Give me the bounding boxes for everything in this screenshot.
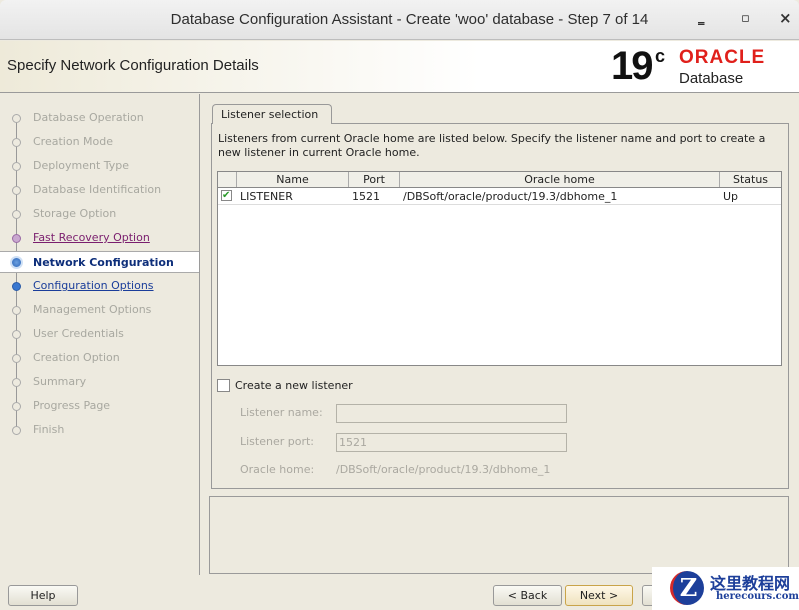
step-label: Configuration Options bbox=[33, 279, 154, 292]
step-label: Fast Recovery Option bbox=[33, 231, 150, 244]
cell-name: LISTENER bbox=[240, 190, 293, 203]
window-title: Database Configuration Assistant - Creat… bbox=[170, 11, 649, 28]
cell-port: 1521 bbox=[352, 190, 380, 203]
step-dot-icon bbox=[12, 234, 21, 243]
oracle-home-value: /DBSoft/oracle/product/19.3/dbhome_1 bbox=[336, 463, 551, 476]
checkbox[interactable] bbox=[217, 379, 230, 392]
watermark-en: herecours.com bbox=[716, 591, 799, 602]
step-finish: Finish bbox=[0, 419, 199, 441]
watermark-logo: Z 这里教程网 herecours.com bbox=[652, 567, 799, 610]
cell-oracle-home: /DBSoft/oracle/product/19.3/dbhome_1 bbox=[403, 190, 618, 203]
listener-name-input[interactable] bbox=[336, 404, 567, 423]
step-label: Deployment Type bbox=[33, 159, 130, 172]
logo-product: Database bbox=[679, 70, 744, 87]
col-status[interactable]: Status bbox=[720, 172, 781, 187]
oracle-logo: ORACLE bbox=[679, 47, 766, 68]
step-deployment-type: Deployment Type bbox=[0, 155, 199, 177]
step-storage-option: Storage Option bbox=[0, 203, 199, 225]
tab-label: Listener selection bbox=[221, 108, 319, 121]
step-fast-recovery-option[interactable]: Fast Recovery Option bbox=[0, 227, 199, 249]
title-bar: Database Configuration Assistant - Creat… bbox=[0, 0, 799, 40]
cell-status: Up bbox=[723, 190, 739, 203]
step-label: Network Configuration bbox=[33, 256, 174, 269]
step-creation-option: Creation Option bbox=[0, 347, 199, 369]
step-dot-icon bbox=[12, 306, 21, 315]
tab-listener-selection[interactable]: Listener selection bbox=[212, 104, 332, 124]
step-dot-icon bbox=[12, 330, 21, 339]
step-dot-icon bbox=[12, 402, 21, 411]
step-creation-mode: Creation Mode bbox=[0, 131, 199, 153]
description: Listeners from current Oracle home are l… bbox=[218, 132, 766, 159]
table-row[interactable]: LISTENER 1521 /DBSoft/oracle/product/19.… bbox=[218, 189, 781, 205]
page-title: Specify Network Configuration Details bbox=[7, 57, 259, 74]
step-management-options: Management Options bbox=[0, 299, 199, 321]
step-user-credentials: User Credentials bbox=[0, 323, 199, 345]
step-dot-icon bbox=[12, 354, 21, 363]
step-dot-icon bbox=[12, 282, 21, 291]
col-port[interactable]: Port bbox=[349, 172, 400, 187]
row-checkbox[interactable] bbox=[221, 189, 232, 203]
minimize-button[interactable]: ‗ bbox=[698, 11, 705, 26]
step-dot-icon bbox=[12, 426, 21, 435]
step-label: Progress Page bbox=[33, 399, 111, 412]
step-dot-icon bbox=[12, 210, 21, 219]
message-area bbox=[209, 496, 789, 574]
step-label: Database Identification bbox=[33, 183, 162, 196]
step-label: Creation Option bbox=[33, 351, 120, 364]
step-database-operation: Database Operation bbox=[0, 107, 199, 129]
col-select bbox=[218, 172, 237, 187]
step-dot-icon bbox=[12, 186, 21, 195]
step-network-configuration[interactable]: Network Configuration bbox=[0, 251, 199, 273]
step-label: Finish bbox=[33, 423, 65, 436]
step-label: Storage Option bbox=[33, 207, 117, 220]
content-area: Listener selection Listeners from curren… bbox=[203, 94, 793, 489]
maximize-button[interactable]: ▫ bbox=[741, 11, 750, 26]
step-label: Summary bbox=[33, 375, 87, 388]
close-button[interactable]: × bbox=[779, 9, 792, 27]
listener-table: Name Port Oracle home Status LISTENER 15… bbox=[217, 171, 782, 366]
step-dot-icon bbox=[10, 256, 23, 269]
col-oracle-home[interactable]: Oracle home bbox=[400, 172, 720, 187]
listener-port-label: Listener port: bbox=[240, 435, 315, 448]
step-progress-page: Progress Page bbox=[0, 395, 199, 417]
oracle-home-label: Oracle home: bbox=[240, 463, 315, 476]
page-header: Specify Network Configuration Details 19… bbox=[0, 41, 799, 93]
step-dot-icon bbox=[12, 378, 21, 387]
step-summary: Summary bbox=[0, 371, 199, 393]
listener-port-input[interactable] bbox=[336, 433, 567, 452]
table-header: Name Port Oracle home Status bbox=[218, 172, 781, 188]
steps-sidebar: Database Operation Creation Mode Deploymen… bbox=[0, 94, 200, 575]
watermark-z-icon: Z bbox=[670, 571, 704, 605]
step-label: User Credentials bbox=[33, 327, 124, 340]
col-name[interactable]: Name bbox=[237, 172, 349, 187]
step-label: Management Options bbox=[33, 303, 152, 316]
step-database-identification: Database Identification bbox=[0, 179, 199, 201]
logo-version: 19 bbox=[611, 44, 653, 88]
step-dot-icon bbox=[12, 162, 21, 171]
create-listener-label: Create a new listener bbox=[235, 379, 353, 392]
listener-name-label: Listener name: bbox=[240, 406, 323, 419]
step-dot-icon bbox=[12, 138, 21, 147]
logo-c: c bbox=[655, 46, 666, 66]
back-button[interactable]: < Back bbox=[493, 585, 562, 606]
listener-panel: Listeners from current Oracle home are l… bbox=[211, 123, 789, 489]
step-label: Creation Mode bbox=[33, 135, 114, 148]
step-configuration-options[interactable]: Configuration Options bbox=[0, 275, 199, 297]
next-button[interactable]: Next > bbox=[565, 585, 633, 606]
create-listener-checkbox[interactable]: Create a new listener bbox=[217, 379, 353, 392]
step-dot-icon bbox=[12, 114, 21, 123]
help-button[interactable]: Help bbox=[8, 585, 78, 606]
step-label: Database Operation bbox=[33, 111, 144, 124]
